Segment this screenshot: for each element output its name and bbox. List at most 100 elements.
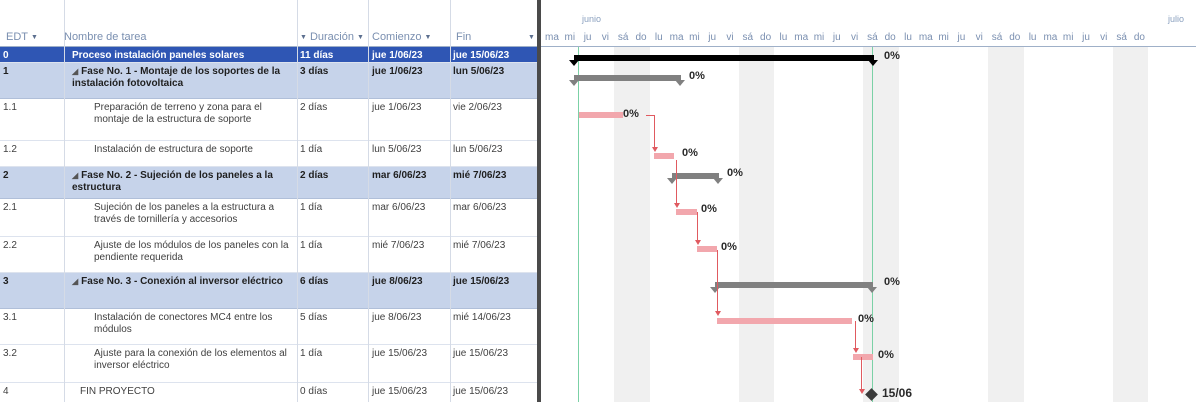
- table-row[interactable]: 0 Proceso instalación paneles solares 11…: [0, 47, 537, 63]
- table-row[interactable]: 3.2 Ajuste para la conexión de los eleme…: [0, 345, 537, 383]
- task-end[interactable]: jue 15/06/23: [453, 386, 533, 398]
- summary-task-bar[interactable]: [574, 75, 681, 81]
- column-divider[interactable]: [368, 0, 369, 402]
- filter-dropdown-icon[interactable]: ▼: [528, 31, 535, 43]
- table-row[interactable]: 2.1 Sujeción de los paneles a la estruct…: [0, 199, 537, 237]
- task-end[interactable]: mié 14/06/23: [453, 312, 533, 324]
- task-bar[interactable]: [853, 354, 873, 360]
- table-row[interactable]: 1.1 Preparación de terreno y zona para e…: [0, 99, 537, 141]
- task-end[interactable]: jue 15/06/23: [453, 276, 533, 288]
- column-divider[interactable]: [64, 0, 65, 402]
- task-end[interactable]: lun 5/06/23: [453, 66, 533, 78]
- task-start[interactable]: jue 15/06/23: [372, 348, 450, 360]
- column-header-edt[interactable]: EDT ▼: [6, 31, 38, 43]
- task-name[interactable]: Sujeción de los paneles a la estructura …: [94, 202, 299, 226]
- task-bar[interactable]: [697, 246, 717, 252]
- task-end[interactable]: mié 7/06/23: [453, 240, 533, 252]
- task-start[interactable]: jue 15/06/23: [372, 386, 450, 398]
- filter-dropdown-icon[interactable]: ▼: [357, 34, 364, 41]
- task-start[interactable]: jue 8/06/23: [372, 312, 450, 324]
- dependency-link: [861, 357, 862, 391]
- task-end[interactable]: lun 5/06/23: [453, 144, 533, 156]
- task-name[interactable]: ◢ Fase No. 1 - Montaje de los soportes de…: [72, 66, 290, 90]
- task-bar[interactable]: [717, 318, 852, 324]
- task-duration[interactable]: 1 día: [300, 240, 366, 252]
- task-duration[interactable]: 3 días: [300, 66, 366, 78]
- task-duration[interactable]: 6 días: [300, 276, 366, 288]
- task-start[interactable]: jue 1/06/23: [372, 102, 450, 114]
- task-duration[interactable]: 1 día: [300, 348, 366, 360]
- task-duration[interactable]: 5 días: [300, 312, 366, 324]
- column-header-end[interactable]: Fin: [456, 31, 471, 43]
- task-end[interactable]: jue 15/06/23: [453, 348, 533, 360]
- collapse-triangle-icon[interactable]: ◢: [72, 67, 78, 76]
- column-header-start[interactable]: Comienzo ▼: [372, 31, 431, 43]
- percent-complete-label: 0%: [623, 108, 639, 120]
- percent-complete-label: 0%: [884, 50, 900, 62]
- task-name[interactable]: Ajuste de los módulos de los paneles con…: [94, 240, 299, 264]
- table-row[interactable]: 3.1 Instalación de conectores MC4 entre …: [0, 309, 537, 345]
- table-row[interactable]: 1 ◢ Fase No. 1 - Montaje de los soportes …: [0, 63, 537, 99]
- task-name[interactable]: Instalación de estructura de soporte: [94, 144, 299, 156]
- table-row[interactable]: 2.2 Ajuste de los módulos de los paneles…: [0, 237, 537, 273]
- task-start[interactable]: jue 1/06/23: [372, 50, 450, 62]
- project-summary-bar[interactable]: [574, 55, 874, 61]
- task-duration[interactable]: 1 día: [300, 144, 366, 156]
- nonworking-day-shading: [1005, 47, 1024, 402]
- task-start[interactable]: mar 6/06/23: [372, 202, 450, 214]
- task-end[interactable]: mié 7/06/23: [453, 170, 533, 182]
- task-start[interactable]: mié 7/06/23: [372, 240, 450, 252]
- project-finish-line: [872, 47, 873, 402]
- task-bar[interactable]: [676, 209, 697, 215]
- task-name[interactable]: FIN PROYECTO: [80, 386, 285, 398]
- summary-task-bar[interactable]: [672, 173, 719, 179]
- dependency-link: [855, 321, 856, 350]
- percent-complete-label: 0%: [878, 349, 894, 361]
- column-header-duration[interactable]: ▼ Duración ▼: [300, 31, 364, 43]
- nonworking-day-shading: [988, 47, 1006, 402]
- summary-bar-end-cap: [569, 60, 579, 66]
- task-end[interactable]: mar 6/06/23: [453, 202, 533, 214]
- summary-task-bar[interactable]: [715, 282, 873, 288]
- filter-dropdown-icon[interactable]: ▼: [31, 34, 38, 41]
- task-start[interactable]: jue 8/06/23: [372, 276, 450, 288]
- task-duration[interactable]: 11 días: [300, 50, 366, 62]
- column-divider[interactable]: [297, 0, 298, 402]
- table-row[interactable]: 3 ◢ Fase No. 3 - Conexión al inversor elé…: [0, 273, 537, 309]
- task-name[interactable]: Instalación de conectores MC4 entre los …: [94, 312, 299, 336]
- filter-dropdown-icon[interactable]: ▼: [425, 34, 432, 41]
- column-divider[interactable]: [450, 0, 451, 402]
- row-id: 1.2: [3, 144, 17, 155]
- task-name[interactable]: ◢ Fase No. 2 - Sujeción de los paneles a …: [72, 170, 290, 194]
- task-duration[interactable]: 1 día: [300, 202, 366, 214]
- task-duration[interactable]: 2 días: [300, 170, 366, 182]
- task-start[interactable]: mar 6/06/23: [372, 170, 450, 182]
- nonworking-day-shading: [738, 47, 757, 402]
- task-duration[interactable]: 0 días: [300, 386, 366, 398]
- task-name[interactable]: Proceso instalación paneles solares: [72, 50, 290, 62]
- collapse-triangle-icon[interactable]: ◢: [72, 277, 78, 286]
- collapse-triangle-icon[interactable]: ◢: [72, 171, 78, 180]
- column-header-name[interactable]: Nombre de tarea: [64, 31, 147, 43]
- gantt-chart: junio julio ma mi ju vi sá do lu ma mi ju vi sá do lu…: [541, 0, 1196, 402]
- task-bar[interactable]: [579, 112, 623, 118]
- column-header-row: EDT ▼ Nombre de tarea ▼ Duración ▼ Comienzo…: [0, 0, 537, 47]
- table-row[interactable]: 1.2 Instalación de estructura de soporte…: [0, 141, 537, 167]
- task-name[interactable]: ◢ Fase No. 3 - Conexión al inversor eléct…: [72, 276, 290, 288]
- task-name[interactable]: Ajuste para la conexión de los elementos…: [94, 348, 299, 372]
- task-name[interactable]: Preparación de terreno y zona para el mo…: [94, 102, 299, 126]
- table-row[interactable]: 4 FIN PROYECTO 0 días jue 15/06/23 jue 1…: [0, 383, 537, 402]
- task-bar[interactable]: [654, 153, 674, 159]
- task-start[interactable]: jue 1/06/23: [372, 66, 450, 78]
- percent-complete-label: 0%: [689, 70, 705, 82]
- task-duration[interactable]: 2 días: [300, 102, 366, 114]
- table-row[interactable]: 2 ◢ Fase No. 2 - Sujeción de los paneles …: [0, 167, 537, 199]
- row-id: 3.2: [3, 348, 17, 359]
- summary-bar-end-cap: [868, 60, 878, 66]
- task-start[interactable]: lun 5/06/23: [372, 144, 450, 156]
- filter-dropdown-icon[interactable]: ▼: [300, 34, 307, 41]
- task-end[interactable]: jue 15/06/23: [453, 50, 533, 62]
- percent-complete-label: 0%: [884, 276, 900, 288]
- nonworking-day-shading: [614, 47, 632, 402]
- task-end[interactable]: vie 2/06/23: [453, 102, 533, 114]
